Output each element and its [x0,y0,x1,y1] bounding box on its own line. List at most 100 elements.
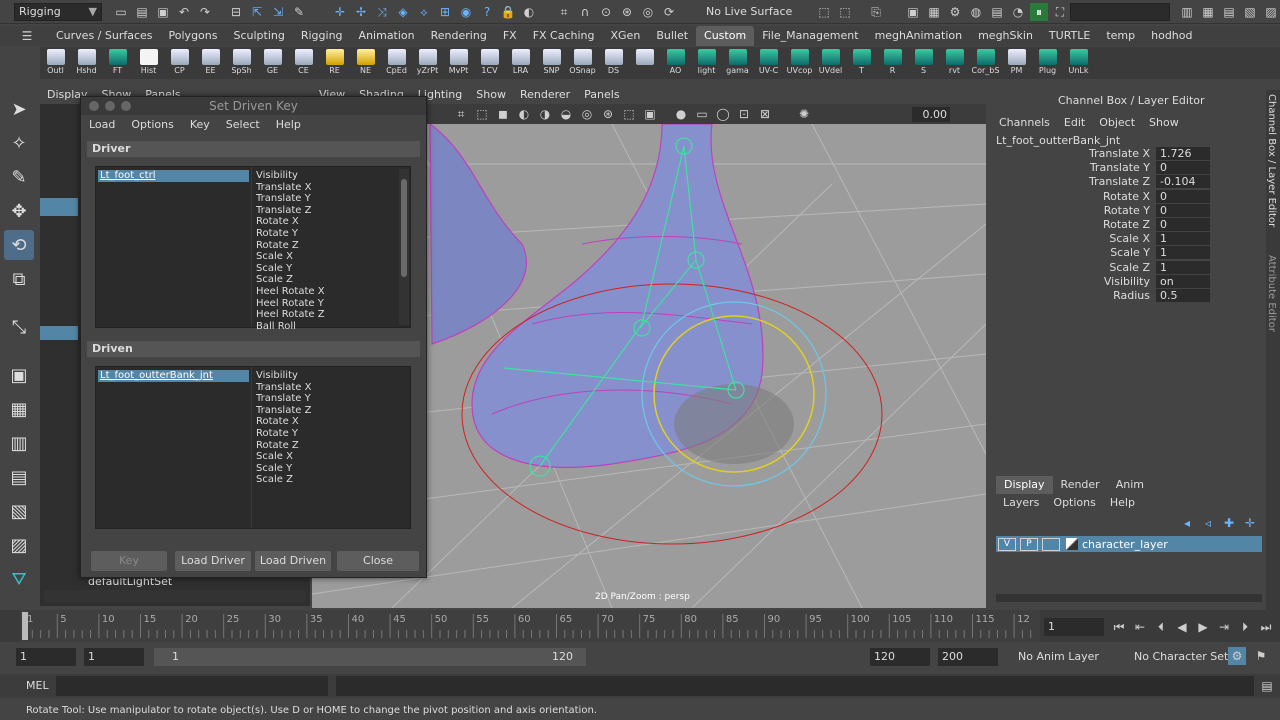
channel-value-field[interactable]: -0.104 [1156,175,1210,189]
channel-name[interactable]: Visibility [946,275,1156,289]
driven-attribute-item[interactable]: Rotate X [256,416,404,428]
shelf-button-osnap[interactable]: OSnap [567,47,598,79]
sdk-menu-select[interactable]: Select [218,115,268,135]
driver-attribute-item[interactable]: Translate Z [256,205,404,217]
live-surface-label[interactable]: No Live Surface [706,4,804,20]
window-close-icon[interactable] [89,101,99,111]
shelf-tab-custom[interactable]: Custom [696,26,755,46]
custom-layout-icon[interactable]: ▨ [4,530,34,560]
outliner-selected-row-2[interactable] [40,326,78,340]
driver-attribute-item[interactable]: Rotate Z [256,240,404,252]
cb-menu-edit[interactable]: Edit [1057,114,1092,132]
shelf-button-pm[interactable]: PM [1001,47,1032,79]
wireframe-icon[interactable]: ⬚ [473,105,491,123]
shelf-tab-polygons[interactable]: Polygons [161,26,226,46]
shelf-button-ge[interactable]: GE [257,47,288,79]
driver-section-header[interactable]: Driver [87,141,420,157]
select-by-component-icon[interactable]: ⇲ [269,3,287,21]
layout-outliner-icon[interactable]: ▤ [1220,3,1238,21]
resolution-gate-icon[interactable]: ◯ [714,105,732,123]
layer-hscroll[interactable] [996,594,1262,602]
key-button[interactable]: Key [91,551,167,571]
step-back-frame-icon[interactable]: ⏴ [1152,618,1170,636]
step-back-key-icon[interactable]: ⇤ [1131,618,1149,636]
select-surfaces-icon[interactable]: ◈ [394,3,412,21]
driver-attribute-item[interactable]: Heel Rotate Z [256,309,404,321]
shelf-button-ft[interactable]: FT [102,47,133,79]
layer-menu-help[interactable]: Help [1103,494,1142,512]
hypershade-layout-icon[interactable]: ▧ [4,496,34,526]
sdk-menu-load[interactable]: Load [81,115,123,135]
driven-attribute-item[interactable]: Translate X [256,382,404,394]
gate-mask-icon[interactable]: ⊡ [735,105,753,123]
driven-attribute-item[interactable]: Visibility [256,370,404,382]
channel-row[interactable]: Translate X 1.726 [946,147,1210,161]
ipr-render-icon[interactable]: ▦ [925,3,943,21]
shelf-button-ne[interactable]: NE [350,47,381,79]
select-rendering-icon[interactable]: ◉ [457,3,475,21]
driver-scroll-thumb[interactable] [401,179,407,277]
load-driven-button[interactable]: Load Driven [255,551,331,571]
undo-icon[interactable]: ↶ [175,3,193,21]
driver-attribute-item[interactable]: Visibility [256,170,404,182]
snap-grid-icon[interactable]: ⌗ [555,3,573,21]
shelf-button-1cv[interactable]: 1CV [474,47,505,79]
shelf-button-ee[interactable]: EE [195,47,226,79]
anim-layer-dropdown[interactable]: No Anim Layer [1018,650,1099,663]
single-view-icon[interactable]: ▣ [4,360,34,390]
lasso-icon[interactable]: ✎ [290,3,308,21]
cb-menu-show[interactable]: Show [1142,114,1186,132]
shelf-tab-meghanimation[interactable]: meghAnimation [867,26,971,46]
driver-attribute-item[interactable]: Scale Z [256,274,404,286]
isolate-icon[interactable]: ⬚ [620,105,638,123]
output-icon[interactable]: ⬚ [836,3,854,21]
shelf-button-cp[interactable]: CP [164,47,195,79]
scale-tool-icon[interactable]: ⧉ [4,264,34,294]
shelf-tab-file-management[interactable]: File_Management [754,26,866,46]
layer-menu-options[interactable]: Options [1046,494,1102,512]
driver-attribute-item[interactable]: Scale X [256,251,404,263]
layer-display-type[interactable] [1042,537,1060,551]
channel-value-field[interactable]: on [1156,274,1210,288]
render-view-icon[interactable]: ▤ [988,3,1006,21]
move-layer-down-icon[interactable]: ◃ [1199,514,1217,532]
driven-attribute-item[interactable]: Scale X [256,451,404,463]
character-set-dropdown[interactable]: No Character Set [1134,650,1228,663]
shelf-tab-temp[interactable]: temp [1098,26,1143,46]
animation-start-field[interactable]: 1 [16,648,76,666]
channel-name[interactable]: Radius [946,289,1156,303]
channel-value-field[interactable]: 1 [1156,246,1210,260]
driver-attribute-item[interactable]: Translate X [256,182,404,194]
channel-value-field[interactable]: 0 [1156,203,1210,217]
channel-row[interactable]: Visibility on [946,274,1210,289]
driven-attribute-item[interactable]: Translate Y [256,393,404,405]
viewport-menu-renderer[interactable]: Renderer [513,86,577,104]
shelf-button-uv-c[interactable]: UV-C [753,47,784,79]
shelf-button-ao[interactable]: AO [660,47,691,79]
driver-attribute-item[interactable]: Translate Y [256,193,404,205]
layer-row[interactable]: V P character_layer [996,536,1262,552]
move-layer-up-icon[interactable]: ◂ [1178,514,1196,532]
side-tab-attribute-editor[interactable]: Attribute Editor [1266,251,1277,336]
command-language-label[interactable]: MEL [26,679,49,692]
search-field[interactable] [1070,3,1170,21]
last-tool-icon[interactable]: ⤡ [4,312,34,342]
driven-attribute-item[interactable]: Scale Y [256,463,404,475]
channel-row[interactable]: Scale X1 [946,232,1210,246]
select-dynamics-icon[interactable]: ⊞ [436,3,454,21]
channel-value-field[interactable]: 0 [1156,189,1210,203]
textured-icon[interactable]: ▣ [641,105,659,123]
shelf-menu-icon[interactable]: ☰ [18,27,36,45]
driver-attribute-item[interactable]: Heel Rotate Y [256,298,404,310]
camera-icon[interactable]: ● [672,105,690,123]
shelf-button-light[interactable]: light [691,47,722,79]
cb-menu-object[interactable]: Object [1092,114,1142,132]
current-frame-field[interactable]: 1 [1044,618,1104,636]
channel-row[interactable]: Scale Z1 [946,260,1210,275]
driver-attribute-item[interactable]: Scale Y [256,263,404,275]
shelf-button-mvpt[interactable]: MvPt [443,47,474,79]
new-scene-icon[interactable]: ▭ [112,3,130,21]
outliner-selected-row[interactable] [40,198,78,216]
layout-channel-icon[interactable]: ▧ [1241,3,1259,21]
side-tab-channel-box[interactable]: Channel Box / Layer Editor [1266,90,1277,231]
